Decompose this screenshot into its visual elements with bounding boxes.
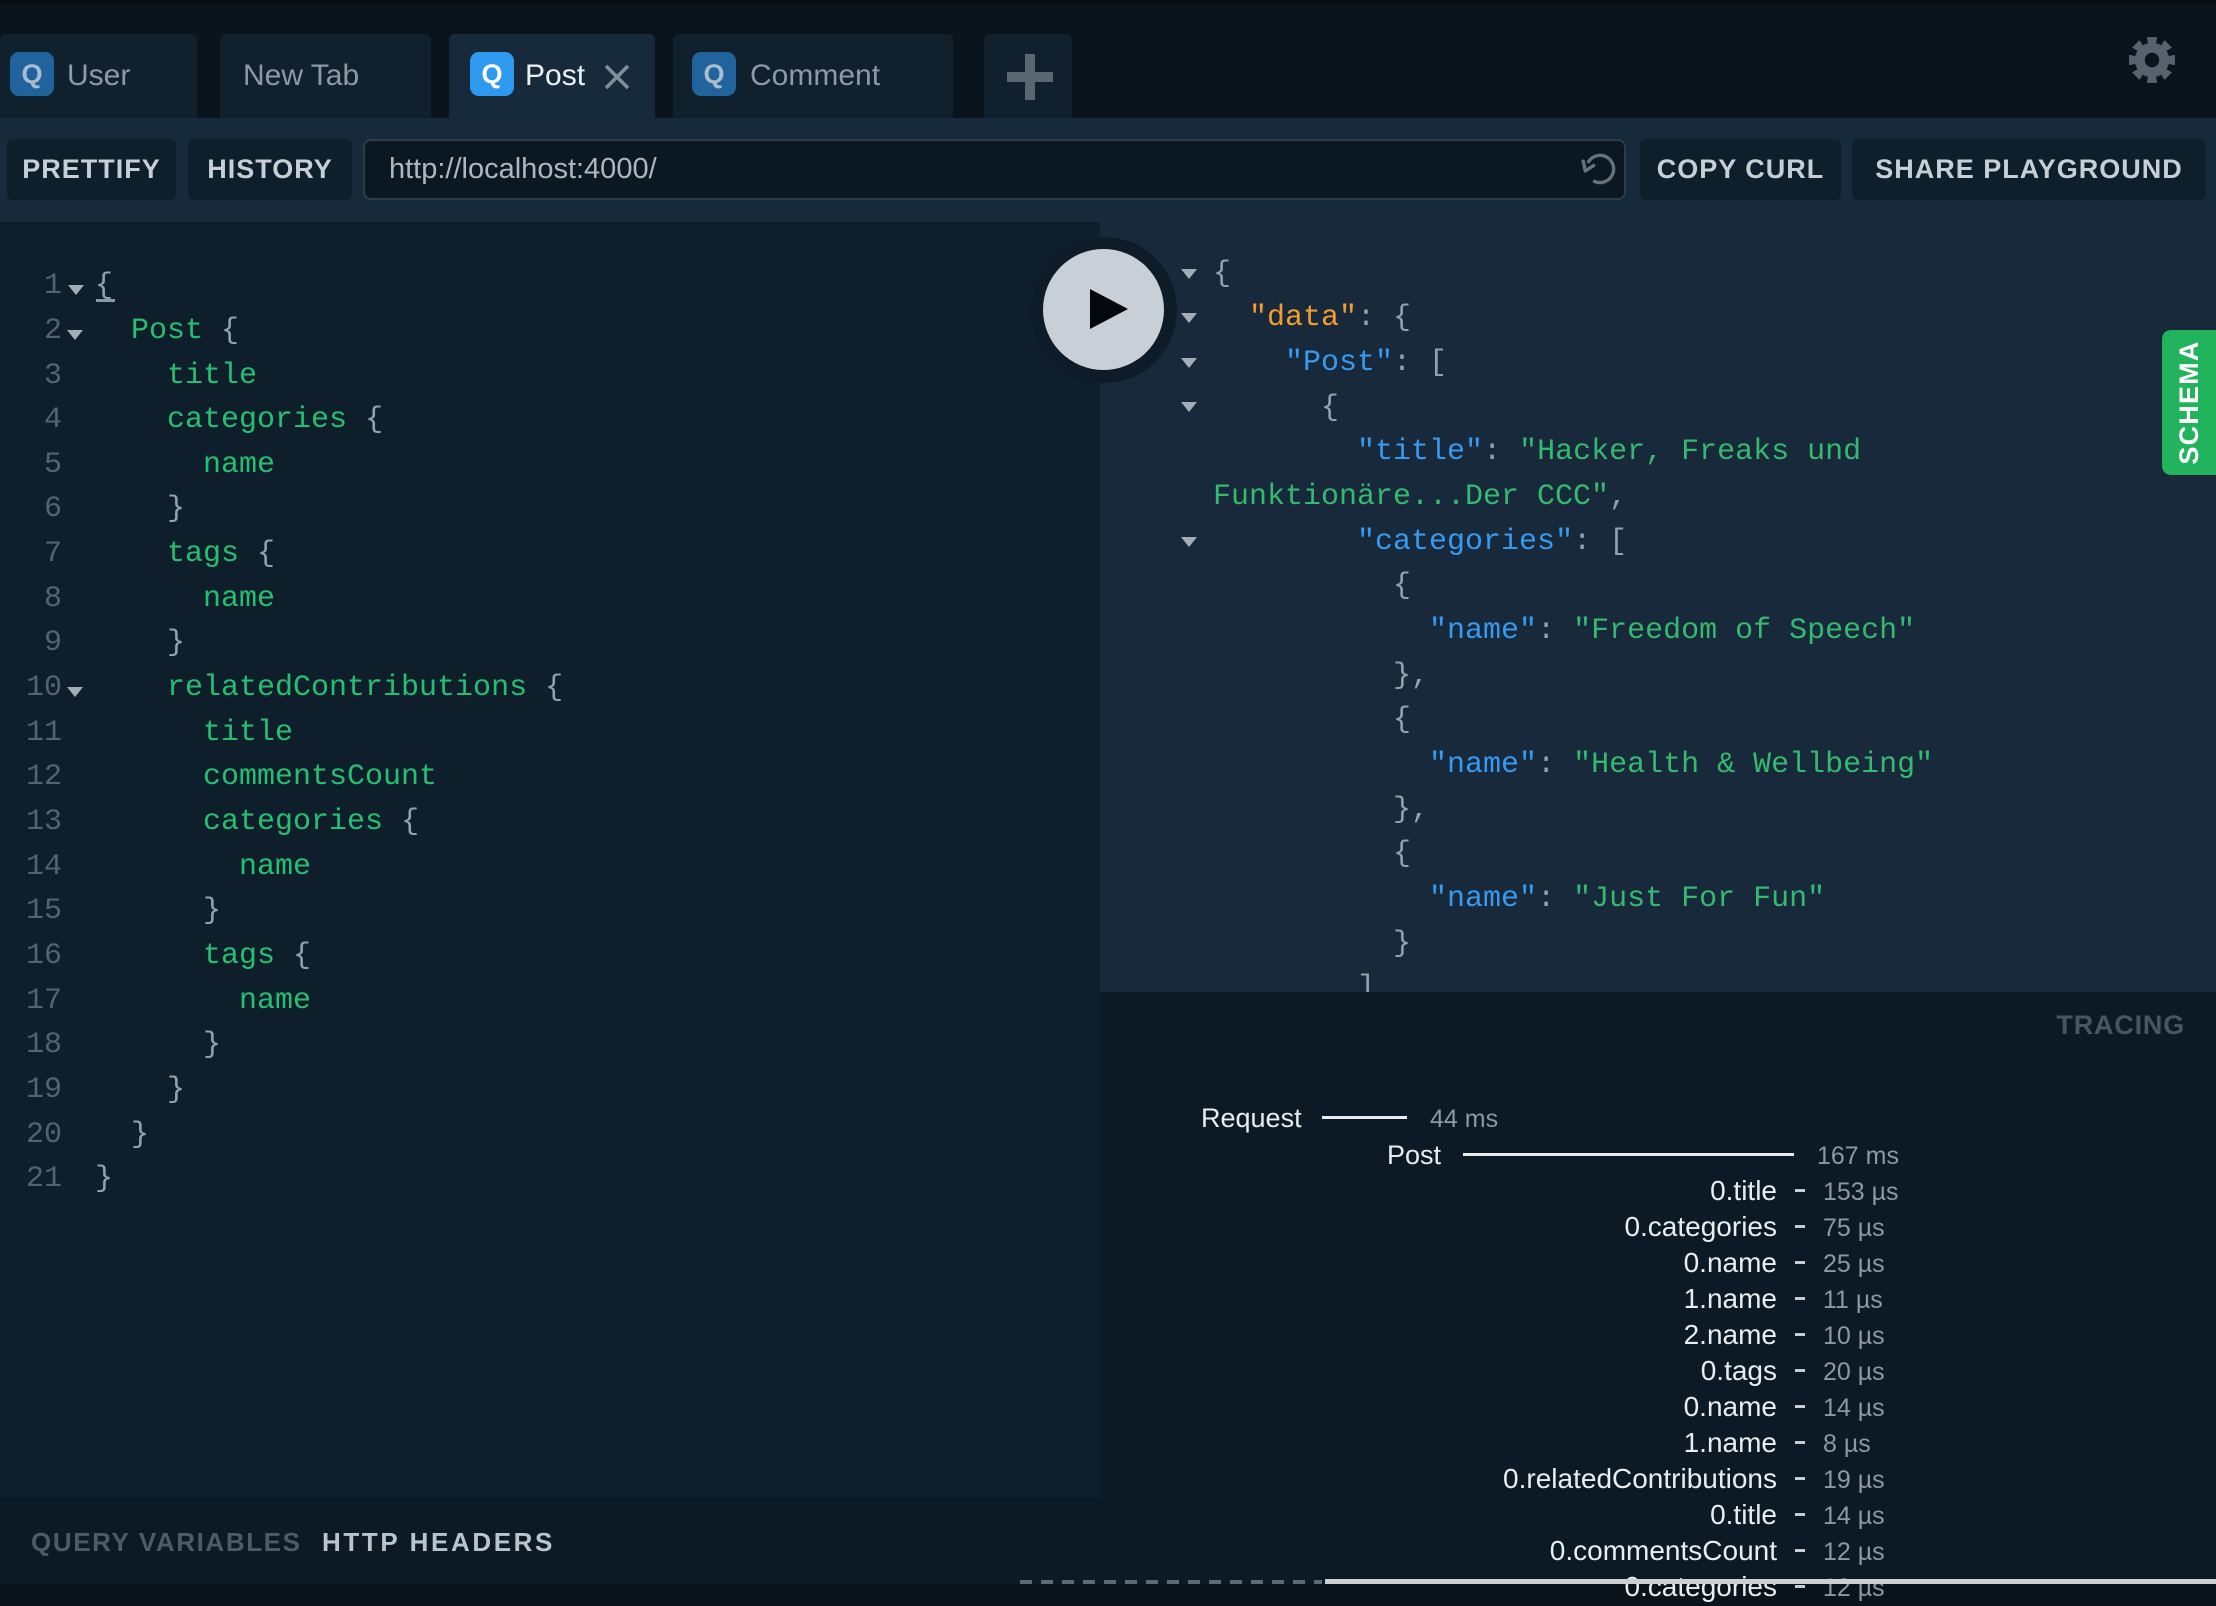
- svg-text:SCHEMA: SCHEMA: [2174, 340, 2204, 464]
